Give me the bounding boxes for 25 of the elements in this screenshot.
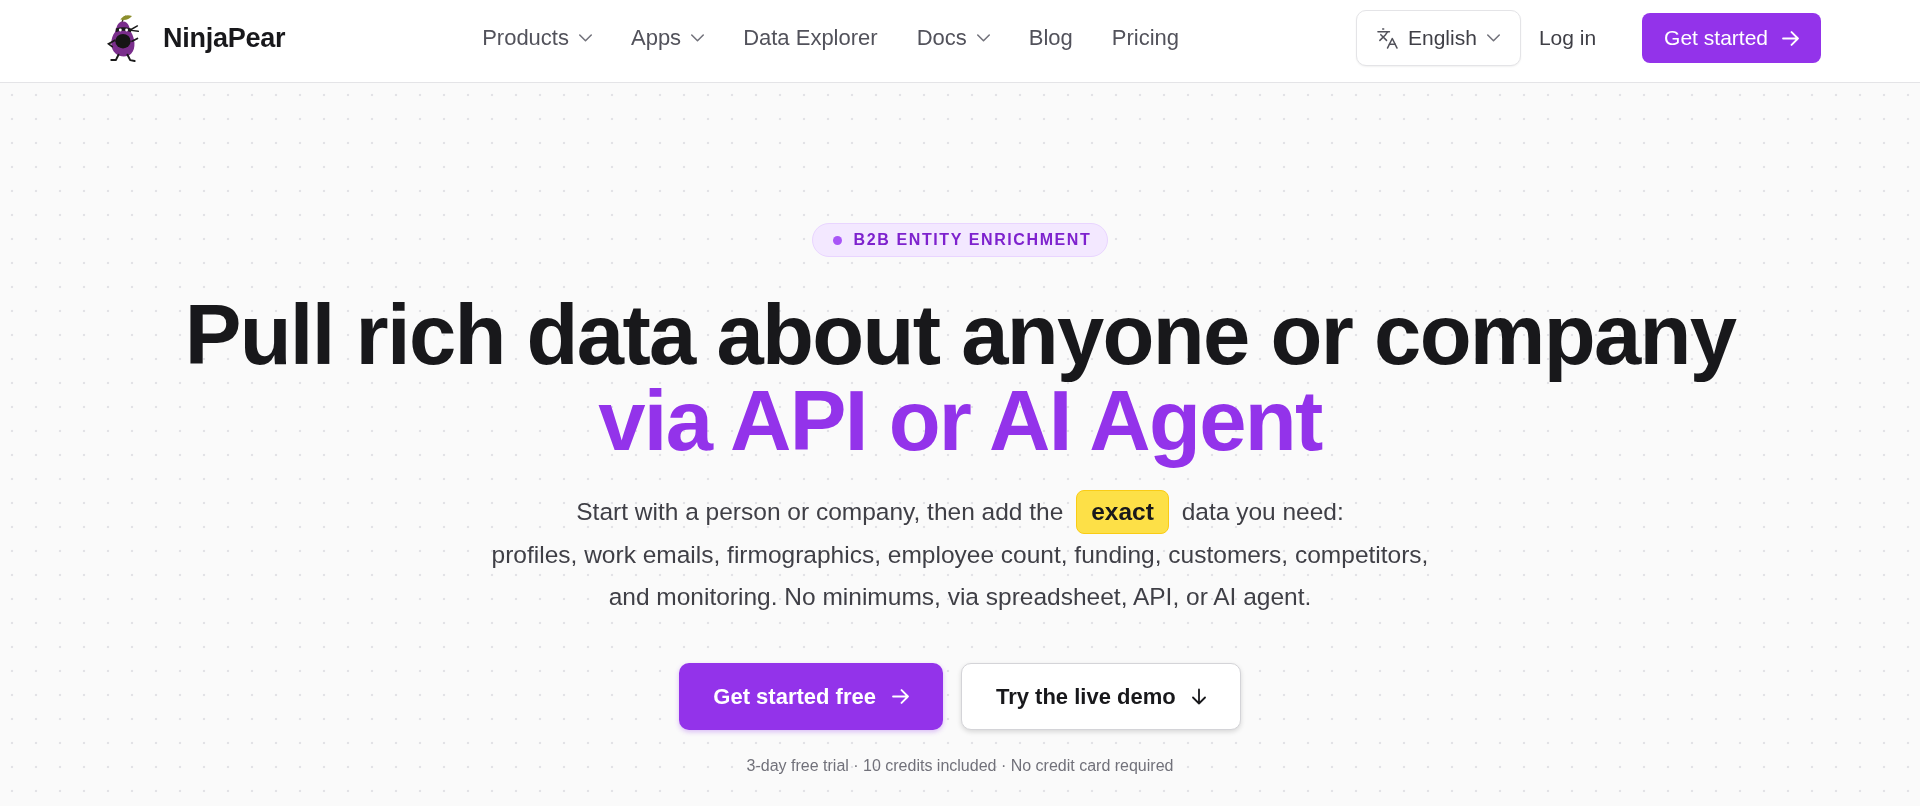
language-selector[interactable]: English (1356, 10, 1521, 66)
hero-description: Start with a person or company, then add the exact data you need: profiles, work emails, firmographics, employee count, funding, customers, competitors, and monitoring. No minimums, via spreadsheet, API, or AI agent. (491, 490, 1429, 618)
nav-link[interactable]: Apps (630, 25, 705, 51)
footnote-text: 3-day free trial · 10 credits included · No credit card required (746, 757, 1174, 775)
brand-name[interactable]: NinjaPear (163, 22, 286, 54)
nav-link[interactable]: Pricing (1111, 25, 1180, 51)
nav-link[interactable]: Blog (1028, 25, 1073, 51)
chevron-down-icon (578, 34, 592, 42)
badge-label: B2B ENTITY ENRICHMENT (853, 231, 1092, 249)
arrow-right-icon (1782, 30, 1799, 46)
dot-icon (832, 235, 842, 245)
chevron-down-icon (1486, 34, 1500, 42)
chevron-down-icon (976, 34, 990, 42)
arrow-down-icon (1191, 688, 1206, 705)
chevron-down-icon (691, 34, 705, 42)
login-link[interactable]: Log in (1520, 14, 1615, 62)
arrow-right-icon (891, 689, 909, 704)
get-started-button[interactable]: Get started (1642, 13, 1821, 63)
nav-link[interactable]: Products (482, 25, 592, 51)
nav-link[interactable]: Data Explorer (743, 25, 878, 51)
translate-icon (1377, 27, 1398, 49)
secondary-button[interactable]: Try the live demo (960, 663, 1241, 730)
primary-button[interactable]: Get started free (679, 663, 943, 730)
pear-mascot-icon (105, 13, 141, 63)
nav-link[interactable]: Docs (916, 25, 990, 51)
